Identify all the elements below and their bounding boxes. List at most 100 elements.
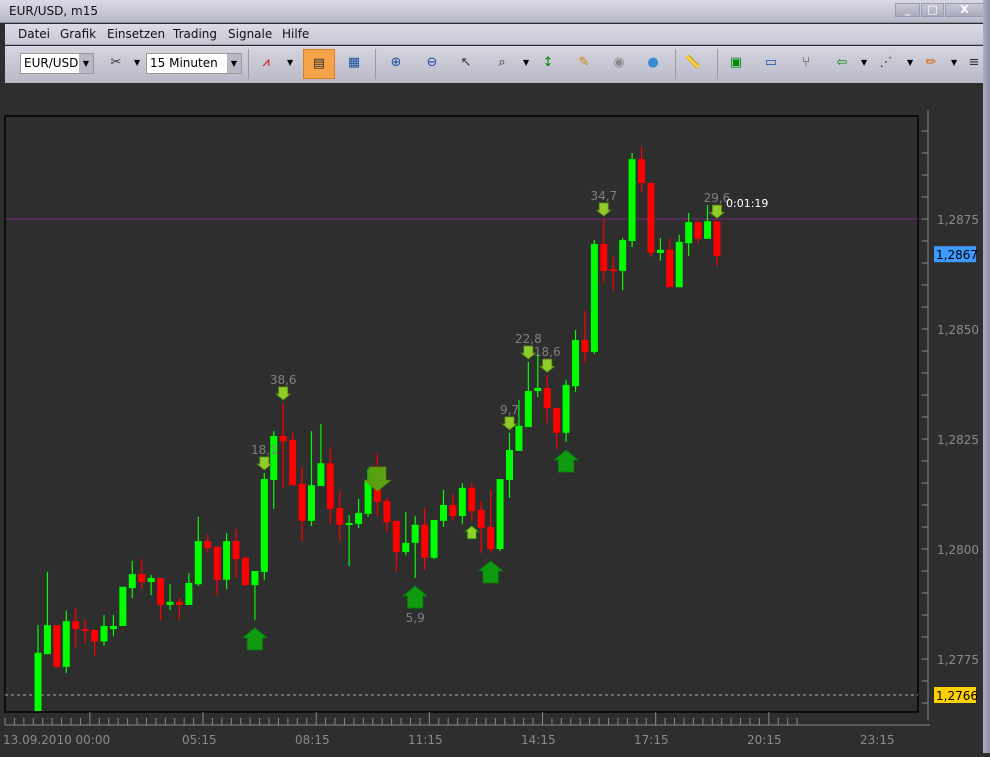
candle-body xyxy=(487,527,495,549)
insert-object-icon[interactable]: ⇦ xyxy=(831,52,853,74)
globe-icon[interactable]: ● xyxy=(642,52,664,74)
candle-body xyxy=(345,523,353,526)
sell-signal-label: 34,7 xyxy=(590,189,617,203)
add-picture-icon[interactable]: ▣ xyxy=(725,52,747,74)
candle-body xyxy=(53,625,61,667)
candle-body xyxy=(609,269,617,272)
sell-signal-label: 18,6 xyxy=(534,345,561,359)
candle-body xyxy=(590,244,598,352)
fan-lines-icon[interactable]: ⋰ xyxy=(875,52,897,74)
candle-body xyxy=(506,450,513,480)
menu-grafik[interactable]: Grafik xyxy=(60,27,96,41)
time-axis-label: 05:15 xyxy=(182,733,217,747)
candle-body xyxy=(147,578,155,582)
time-axis-label: 23:15 xyxy=(860,733,895,747)
template-icon[interactable]: ▭ xyxy=(760,52,782,74)
candle-body xyxy=(619,240,627,271)
separator xyxy=(717,49,718,79)
candle-body xyxy=(241,557,249,586)
pencil-icon[interactable]: ✏ xyxy=(920,52,942,74)
chevron-down-icon[interactable]: ▼ xyxy=(951,58,957,67)
candle-body xyxy=(185,582,193,605)
cursor-icon[interactable]: ↖ xyxy=(455,52,477,74)
candle-body xyxy=(600,244,608,271)
vertical-scale-icon[interactable]: ↕ xyxy=(537,52,559,74)
remove-indicator-icon[interactable]: ✂ xyxy=(105,52,127,74)
time-axis-label: 20:15 xyxy=(747,733,782,747)
candle-body xyxy=(72,621,80,630)
chart-type-icon[interactable]: ⩘ xyxy=(255,52,277,74)
zoom-out-icon[interactable]: ⊖ xyxy=(421,52,443,74)
pitchfork-icon[interactable]: ⑂ xyxy=(795,52,817,74)
bar-countdown-timer: 0:01:19 xyxy=(726,197,768,210)
time-axis-label: 13.09.2010 00:00 xyxy=(3,733,110,747)
candle-body xyxy=(383,501,391,523)
sell-signal-label: 22,8 xyxy=(515,332,542,346)
buy-signal-label: 5,9 xyxy=(406,611,425,625)
candle-body xyxy=(496,479,504,549)
menu-signale[interactable]: Signale xyxy=(228,27,272,41)
price-axis-label: 1,2825 xyxy=(937,433,979,447)
chevron-down-icon[interactable]: ▼ xyxy=(287,58,293,67)
candle-body xyxy=(411,524,419,543)
candle-body xyxy=(477,509,485,528)
edit-window-icon[interactable]: ✎ xyxy=(573,52,595,74)
zoom-area-icon[interactable]: ⌕ xyxy=(491,52,513,74)
maximize-button[interactable]: □ xyxy=(921,3,944,17)
candle-body xyxy=(194,541,202,585)
menu-datei[interactable]: Datei xyxy=(18,27,50,41)
candle-body xyxy=(204,541,212,549)
chevron-down-icon[interactable]: ▼ xyxy=(134,58,140,67)
price-chart[interactable]: 1,2875 1,2850 1,2825 1,2800 1,2775 13.09.2010… xyxy=(0,84,983,753)
candle-body xyxy=(581,340,589,352)
menu-bar: Datei Grafik Einsetzen Trading Signale H… xyxy=(5,24,985,45)
chevron-down-icon[interactable]: ▼ xyxy=(907,58,913,67)
separator xyxy=(248,49,249,79)
ruler-icon[interactable]: 📏 xyxy=(682,52,704,74)
candle-body xyxy=(713,221,721,256)
close-button[interactable]: X xyxy=(945,3,984,17)
symbol-select[interactable]: EUR/USD ▼ xyxy=(20,53,94,74)
candlestick-chart[interactable]: 1,2875 1,2850 1,2825 1,2800 1,2775 13.09.2010… xyxy=(0,84,983,753)
title-bar: EUR/USD, m15 _ □ X xyxy=(0,0,990,23)
sell-signal-label: 38,6 xyxy=(270,373,297,387)
candle-body xyxy=(458,487,466,516)
candle-body xyxy=(666,249,674,288)
candle-body xyxy=(223,541,231,580)
candle-body xyxy=(468,487,476,512)
chevron-down-icon[interactable]: ▼ xyxy=(523,58,529,67)
candle-body xyxy=(34,652,42,711)
candles-view-icon[interactable]: ▤ xyxy=(303,49,335,79)
time-axis-label: 17:15 xyxy=(634,733,669,747)
visibility-icon[interactable]: ◉ xyxy=(608,52,630,74)
menu-einsetzen[interactable]: Einsetzen xyxy=(107,27,165,41)
time-axis-label: 11:15 xyxy=(408,733,443,747)
candle-body xyxy=(704,221,712,239)
sell-signal-label: 9,7 xyxy=(500,403,519,417)
chevron-down-icon[interactable]: ▼ xyxy=(861,58,867,67)
menu-hilfe[interactable]: Hilfe xyxy=(282,27,309,41)
menu-trading[interactable]: Trading xyxy=(173,27,217,41)
price-axis-label: 1,2775 xyxy=(937,653,979,667)
candle-body xyxy=(128,574,136,589)
time-axis-label: 14:15 xyxy=(521,733,556,747)
price-axis-label: 1,2800 xyxy=(937,543,979,557)
candle-body xyxy=(307,485,315,521)
timeframe-select[interactable]: 15 Minuten ▼ xyxy=(146,53,242,74)
candle-body xyxy=(449,505,457,516)
zoom-in-icon[interactable]: ⊕ xyxy=(385,52,407,74)
bars-view-icon[interactable]: ▦ xyxy=(343,52,365,74)
candle-body xyxy=(336,508,344,525)
candle-body xyxy=(553,408,561,433)
candle-body xyxy=(562,384,570,433)
candle-body xyxy=(326,463,334,509)
minimize-button[interactable]: _ xyxy=(895,3,920,17)
sell-signal-label: 18,1 xyxy=(251,443,278,457)
candle-body xyxy=(515,425,523,451)
candle-body xyxy=(317,463,325,487)
candle-body xyxy=(628,159,636,241)
toolbar-overflow-icon[interactable]: ≡ xyxy=(963,52,985,74)
current-price-label: 1,2867 xyxy=(936,248,978,262)
candle-body xyxy=(421,524,429,558)
candle-body xyxy=(157,578,165,605)
